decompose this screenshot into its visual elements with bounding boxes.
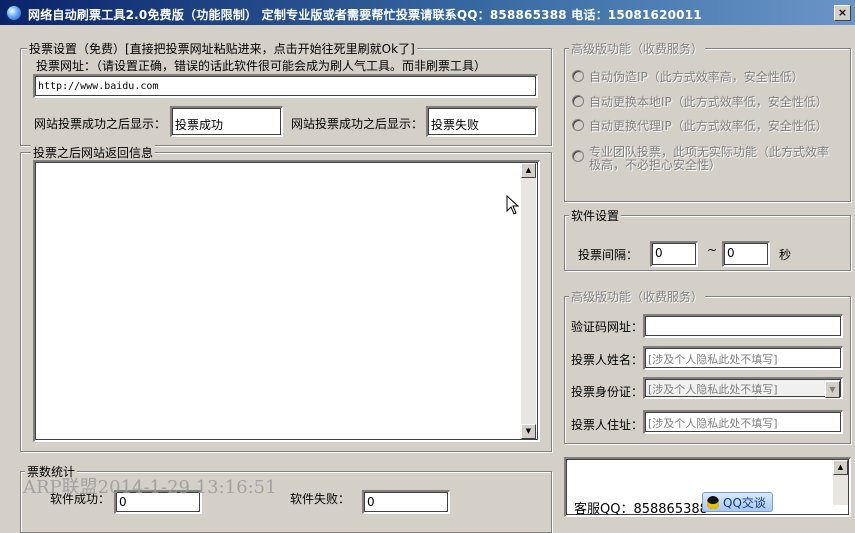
info-scrollbar[interactable]: ▲ bbox=[833, 460, 848, 505]
captcha-url-label: 验证码网址： bbox=[571, 320, 644, 334]
option-proxy-ip-label: 自动更换代理IP（此方式效率低，安全性低） bbox=[589, 119, 828, 133]
close-button[interactable]: × bbox=[834, 5, 851, 21]
voter-id-select[interactable]: [涉及个人隐私此处不填写] ▼ bbox=[643, 377, 843, 399]
mouse-cursor-icon bbox=[506, 195, 520, 215]
response-scrollbar[interactable]: ▲ ▼ bbox=[521, 163, 536, 439]
scroll-down-icon[interactable]: ▼ bbox=[521, 424, 536, 439]
url-input[interactable]: http://www.baidu.com bbox=[33, 74, 538, 98]
interval-tilde: ~ bbox=[707, 243, 718, 257]
stats-fail-label: 软件失败： bbox=[290, 492, 351, 506]
premium-voter-legend: 高级版功能（收费服务） bbox=[569, 288, 706, 305]
option-local-ip-label: 自动更换本地IP（此方式效率低，安全性低） bbox=[589, 95, 828, 109]
success-text-label: 网站投票成功之后显示： bbox=[34, 117, 167, 131]
voter-address-label: 投票人住址： bbox=[571, 418, 644, 432]
voter-name-input[interactable]: [涉及个人隐私此处不填写] bbox=[643, 346, 843, 370]
timestamp-watermark: ARP联盟2014-1-29 13:16:51 bbox=[23, 477, 277, 498]
chevron-down-icon[interactable]: ▼ bbox=[825, 381, 840, 398]
interval-label: 投票间隔： bbox=[578, 248, 639, 262]
option-fake-ip-label: 自动伪造IP（此方式效率高，安全性低） bbox=[589, 70, 804, 84]
contact-text: 客服QQ：858865388 bbox=[574, 502, 708, 517]
voter-address-input[interactable]: [涉及个人隐私此处不填写] bbox=[643, 410, 843, 434]
window-title: 网络自动刷票工具2.0免费版（功能限制） 定制专业版或者需要帮忙投票请联系QQ：… bbox=[28, 8, 702, 22]
fail-text-input[interactable]: 投票失败 bbox=[426, 106, 538, 137]
title-bar[interactable]: 网络自动刷票工具2.0免费版（功能限制） 定制专业版或者需要帮忙投票请联系QQ：… bbox=[0, 0, 855, 25]
response-legend: 投票之后网站返回信息 bbox=[31, 144, 156, 161]
software-settings-legend: 软件设置 bbox=[569, 207, 622, 224]
response-textarea[interactable] bbox=[33, 160, 540, 442]
qq-penguin-icon bbox=[707, 496, 719, 509]
voter-id-label: 投票身份证： bbox=[571, 385, 644, 399]
info-scroll-up-icon[interactable]: ▲ bbox=[833, 460, 848, 475]
option-fake-ip-radio[interactable] bbox=[572, 70, 584, 82]
success-text-input[interactable]: 投票成功 bbox=[170, 106, 283, 137]
stats-fail-input[interactable]: 0 bbox=[362, 490, 450, 514]
app-icon bbox=[6, 5, 22, 21]
option-pro-team-label-line2: 极高，不必担心安全性） bbox=[589, 158, 722, 172]
interval-unit: 秒 bbox=[779, 248, 792, 262]
interval-max-input[interactable]: 0 bbox=[722, 241, 770, 267]
captcha-url-input[interactable] bbox=[643, 314, 843, 338]
qq-chat-label: QQ交谈 bbox=[723, 496, 766, 510]
voter-id-select-value: [涉及个人隐私此处不填写] bbox=[648, 383, 778, 396]
option-local-ip-radio[interactable] bbox=[572, 95, 584, 107]
option-proxy-ip-radio[interactable] bbox=[572, 119, 584, 131]
interval-min-input[interactable]: 0 bbox=[650, 241, 698, 267]
option-pro-team-radio[interactable] bbox=[572, 150, 584, 162]
premium-options-legend: 高级版功能（收费服务） bbox=[569, 40, 706, 57]
qq-chat-button[interactable]: QQ交谈 bbox=[702, 492, 773, 512]
vote-settings-legend: 投票设置（免费）[直接把投票网址粘贴进来，点击开始往死里刷就Ok了] bbox=[27, 40, 417, 57]
fail-text-label: 网站投票成功之后显示： bbox=[291, 117, 424, 131]
scroll-up-icon[interactable]: ▲ bbox=[521, 163, 536, 178]
url-label: 投票网址：（请设置正确，错误的话此软件很可能会成为刷人气工具。而非刷票工具） bbox=[36, 59, 487, 73]
voter-name-label: 投票人姓名： bbox=[571, 353, 644, 367]
